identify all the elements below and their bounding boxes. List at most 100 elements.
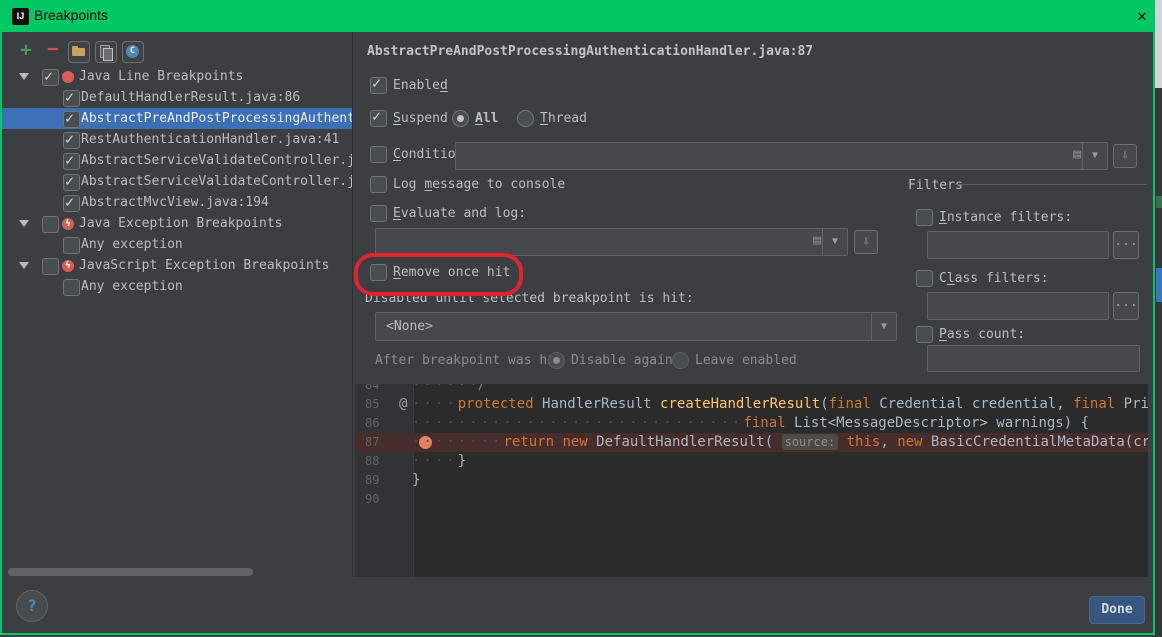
tree-item-label: AbstractServiceValidateController.java: bbox=[81, 171, 352, 192]
code-line: 88····} bbox=[355, 452, 1148, 471]
code-line: 84·····*/ bbox=[355, 384, 1148, 395]
chevron-expanded-icon[interactable] bbox=[19, 262, 29, 269]
instance-filters-checkbox[interactable] bbox=[916, 209, 933, 226]
dependency-select[interactable]: <None> ▼ bbox=[375, 312, 897, 341]
code-line: 90 bbox=[355, 490, 1148, 509]
help-button[interactable]: ? bbox=[16, 590, 48, 622]
condition-checkbox[interactable] bbox=[370, 146, 387, 163]
group-by-class-button[interactable]: C bbox=[122, 41, 144, 63]
evaluate-label: Evaluate and log: bbox=[393, 206, 526, 221]
class-filters-input[interactable] bbox=[927, 292, 1109, 320]
tree-breakpoint-row[interactable]: Any exception bbox=[2, 234, 352, 255]
tree-checkbox[interactable] bbox=[63, 279, 80, 296]
instance-filters-input[interactable] bbox=[927, 231, 1109, 259]
class-filters-checkbox[interactable] bbox=[916, 270, 933, 287]
tree-group-row[interactable]: ϟJavaScript Exception Breakpoints bbox=[2, 255, 352, 276]
code-line: 87········return new DefaultHandlerResul… bbox=[355, 433, 1148, 452]
line-number: 87 bbox=[365, 433, 379, 452]
log-message-label: Log message to console bbox=[393, 177, 565, 192]
code-line: 89} bbox=[355, 471, 1148, 490]
line-number: 89 bbox=[365, 471, 379, 490]
suspend-all-label: All bbox=[475, 111, 498, 126]
evaluate-insert-button[interactable]: ⇩ bbox=[854, 230, 878, 254]
window-title: Breakpoints bbox=[34, 7, 108, 23]
line-number: 84 bbox=[365, 384, 379, 395]
class-icon: C bbox=[126, 45, 139, 58]
pass-count-checkbox[interactable] bbox=[916, 326, 933, 343]
chevron-expanded-icon[interactable] bbox=[19, 73, 29, 80]
evaluate-history-dropdown-icon[interactable]: ▼ bbox=[822, 229, 847, 255]
copy-icon bbox=[103, 48, 113, 61]
done-button[interactable]: Done bbox=[1089, 596, 1145, 624]
suspend-all-radio[interactable] bbox=[452, 110, 469, 127]
tree-checkbox[interactable] bbox=[63, 237, 80, 254]
after-hit-label: After breakpoint was hit bbox=[375, 353, 563, 368]
tree-breakpoint-row[interactable]: RestAuthenticationHandler.java:41 bbox=[2, 129, 352, 150]
breakpoints-tree: Java Line BreakpointsDefaultHandlerResul… bbox=[2, 62, 352, 577]
tree-breakpoint-row[interactable]: DefaultHandlerResult.java:86 bbox=[2, 87, 352, 108]
close-icon[interactable]: ✕ bbox=[1132, 6, 1152, 26]
chevron-down-icon[interactable]: ▼ bbox=[871, 313, 896, 340]
tree-group-row[interactable]: ϟJava Exception Breakpoints bbox=[2, 213, 352, 234]
tree-group-row[interactable]: Java Line Breakpoints bbox=[2, 66, 352, 87]
tree-checkbox[interactable] bbox=[63, 111, 80, 128]
panel-divider[interactable] bbox=[352, 32, 353, 577]
tree-breakpoint-row[interactable]: AbstractMvcView.java:194 bbox=[2, 192, 352, 213]
leave-enabled-label: Leave enabled bbox=[695, 353, 797, 368]
annotation-highlight-ellipse bbox=[354, 253, 523, 296]
instance-filters-label: Instance filters: bbox=[939, 210, 1072, 225]
folder-icon bbox=[72, 48, 85, 56]
tree-breakpoint-row[interactable]: AbstractServiceValidateController.java: bbox=[2, 150, 352, 171]
exception-breakpoint-icon: ϟ bbox=[62, 218, 74, 230]
code-line: 86·····························final Lis… bbox=[355, 414, 1148, 433]
class-filters-label: Class filters: bbox=[939, 271, 1049, 286]
breakpoints-dialog: IJ Breakpoints ✕ + − C Java Line Breakpo… bbox=[0, 0, 1162, 637]
suspend-label: Suspend bbox=[393, 111, 448, 126]
tree-breakpoint-row[interactable]: AbstractPreAndPostProcessingAuthenticat bbox=[2, 108, 352, 129]
pass-count-label: Pass count: bbox=[939, 327, 1025, 342]
enabled-checkbox[interactable] bbox=[370, 77, 387, 94]
tree-checkbox[interactable] bbox=[63, 195, 80, 212]
class-filters-more-button[interactable]: ... bbox=[1113, 292, 1139, 320]
code-text: ·····························final List<… bbox=[412, 414, 1089, 433]
tree-horizontal-scrollbar[interactable] bbox=[8, 568, 253, 576]
tree-checkbox[interactable] bbox=[63, 153, 80, 170]
chevron-expanded-icon[interactable] bbox=[19, 220, 29, 227]
background-strip-top bbox=[1155, 0, 1162, 88]
tree-checkbox[interactable] bbox=[63, 174, 80, 191]
tree-checkbox[interactable] bbox=[63, 132, 80, 149]
condition-history-dropdown-icon[interactable]: ▼ bbox=[1082, 143, 1107, 169]
intellij-logo-icon: IJ bbox=[12, 8, 29, 25]
tree-breakpoint-row[interactable]: AbstractServiceValidateController.java: bbox=[2, 171, 352, 192]
tree-item-label: DefaultHandlerResult.java:86 bbox=[81, 87, 300, 108]
line-number: 85 bbox=[365, 395, 379, 414]
instance-filters-more-button[interactable]: ... bbox=[1113, 231, 1139, 259]
disable-again-radio[interactable] bbox=[548, 352, 565, 369]
expand-editor-icon[interactable]: ▤ bbox=[813, 233, 821, 248]
condition-insert-button[interactable]: ⇩ bbox=[1113, 144, 1137, 168]
remove-breakpoint-button[interactable]: − bbox=[43, 40, 63, 60]
group-by-package-button[interactable] bbox=[68, 41, 90, 63]
log-message-checkbox[interactable] bbox=[370, 176, 387, 193]
dependency-value: <None> bbox=[376, 319, 433, 334]
tree-item-label: AbstractMvcView.java:194 bbox=[81, 192, 269, 213]
evaluate-input[interactable]: ▤ ▼ bbox=[375, 228, 848, 256]
condition-input[interactable]: ▤ ▼ bbox=[455, 142, 1108, 170]
suspend-checkbox[interactable] bbox=[370, 110, 387, 127]
tree-checkbox[interactable] bbox=[42, 258, 59, 275]
code-preview: 83·····* @return the constructed handler… bbox=[355, 384, 1148, 577]
breakpoint-header: AbstractPreAndPostProcessingAuthenticati… bbox=[367, 44, 813, 59]
tree-breakpoint-row[interactable]: Any exception bbox=[2, 276, 352, 297]
leave-enabled-radio[interactable] bbox=[672, 352, 689, 369]
pass-count-input[interactable] bbox=[927, 345, 1140, 372]
tree-checkbox[interactable] bbox=[63, 90, 80, 107]
expand-editor-icon[interactable]: ▤ bbox=[1073, 147, 1081, 162]
tree-checkbox[interactable] bbox=[42, 216, 59, 233]
add-breakpoint-button[interactable]: + bbox=[16, 40, 36, 60]
tree-checkbox[interactable] bbox=[42, 69, 59, 86]
evaluate-checkbox[interactable] bbox=[370, 205, 387, 222]
suspend-thread-radio[interactable] bbox=[517, 110, 534, 127]
tree-item-label: Any exception bbox=[81, 234, 183, 255]
group-by-file-button[interactable] bbox=[95, 41, 117, 63]
code-text: ····protected HandlerResult createHandle… bbox=[412, 395, 1148, 414]
